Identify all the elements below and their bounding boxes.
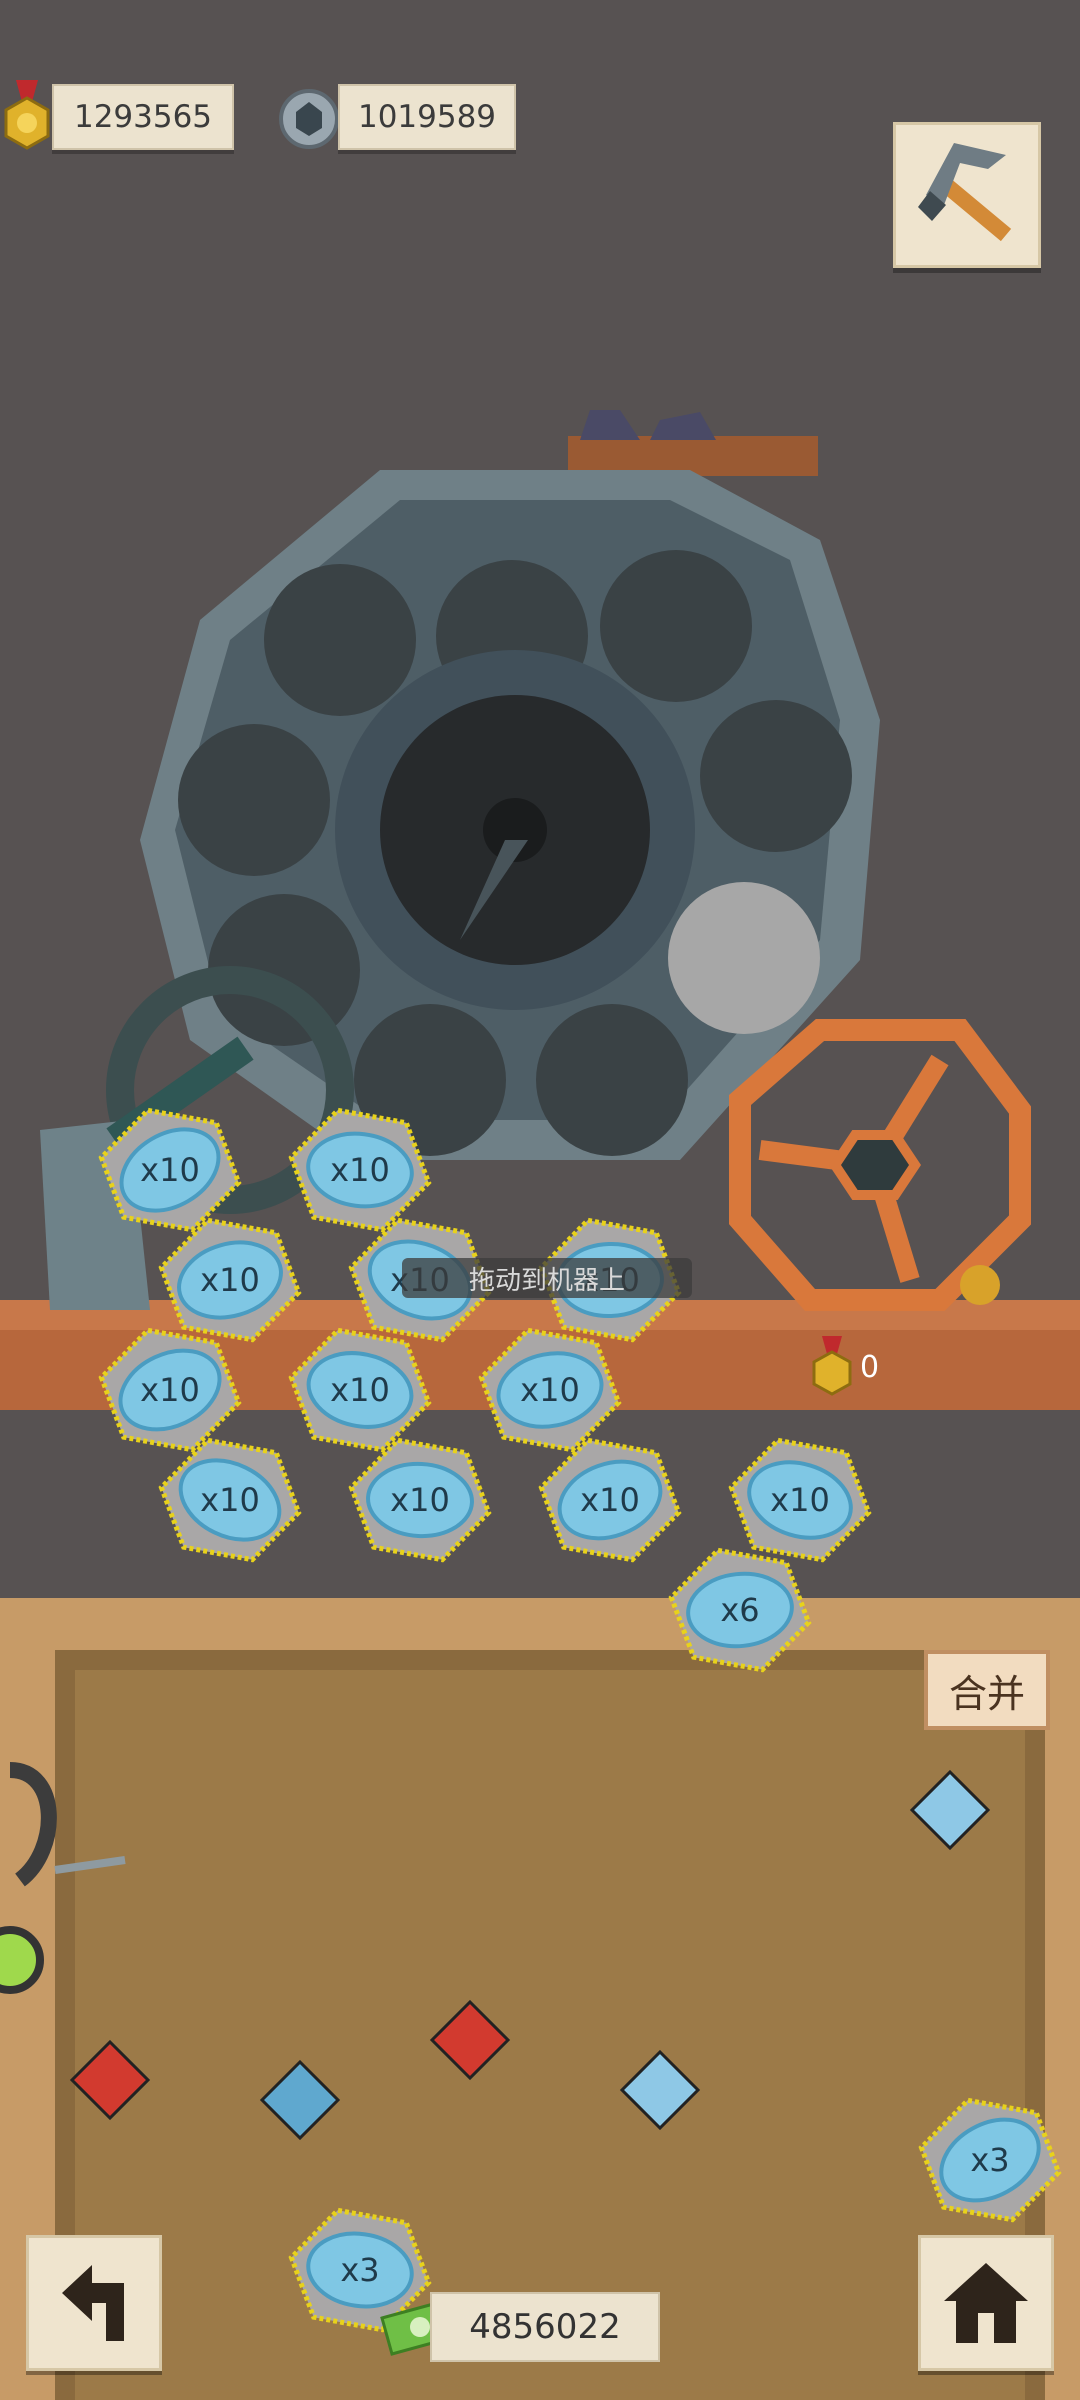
ore-tile[interactable]: x3 <box>918 2097 1062 2223</box>
gear-count: 1019589 <box>338 84 516 150</box>
ore-multiplier-label: x10 <box>330 1151 390 1189</box>
ore-pile[interactable]: x10x10x10x10x10x10x10x10x10x10x10x10x6x3… <box>0 0 1080 2400</box>
drag-hint: 拖动到机器上 <box>402 1258 692 1298</box>
gear-icon <box>279 89 339 149</box>
ore-tile[interactable]: x10 <box>158 1437 302 1563</box>
ore-multiplier-label: x10 <box>140 1151 200 1189</box>
ore-multiplier-label: x10 <box>390 1481 450 1519</box>
ore-multiplier-label: x10 <box>200 1481 260 1519</box>
pickaxe-icon <box>918 143 1012 242</box>
ore-multiplier-label: x10 <box>330 1371 390 1409</box>
ruby-icon[interactable] <box>429 1999 511 2081</box>
ore-multiplier-label: x3 <box>340 2251 379 2289</box>
ore-multiplier-label: x3 <box>970 2141 1009 2179</box>
ore-tile[interactable]: x10 <box>288 1327 432 1453</box>
ore-tile[interactable]: x10 <box>538 1437 682 1563</box>
money-count: 4856022 <box>430 2292 660 2362</box>
ore-tile[interactable]: x10 <box>158 1217 302 1343</box>
medal-count: 1293565 <box>52 84 234 150</box>
ore-tile[interactable]: x10 <box>98 1327 242 1453</box>
ruby-icon[interactable] <box>69 2039 151 2121</box>
ore-tile[interactable]: x10 <box>288 1107 432 1233</box>
ore-tile[interactable]: x10 <box>728 1437 872 1563</box>
diamond-icon[interactable] <box>909 1769 991 1851</box>
ore-tile[interactable]: x10 <box>98 1107 242 1233</box>
grabber-tool[interactable] <box>0 1760 130 2020</box>
medal-reward-count: 0 <box>860 1350 880 1385</box>
home-icon <box>944 2263 1028 2343</box>
tool-button[interactable] <box>893 122 1041 268</box>
medal-icon <box>812 1336 852 1396</box>
ore-multiplier-label: x10 <box>580 1481 640 1519</box>
ore-tile[interactable]: x6 <box>668 1547 812 1673</box>
ore-tile[interactable]: x10 <box>348 1437 492 1563</box>
home-button[interactable] <box>918 2235 1054 2371</box>
diamond-icon[interactable] <box>619 2049 701 2131</box>
back-arrow-icon <box>62 2265 124 2341</box>
ore-tile[interactable]: x10 <box>478 1327 622 1453</box>
ore-multiplier-label: x10 <box>770 1481 830 1519</box>
merge-button[interactable]: 合并 <box>924 1650 1050 1730</box>
ore-multiplier-label: x10 <box>140 1371 200 1409</box>
diamond-icon[interactable] <box>259 2059 341 2141</box>
back-button[interactable] <box>26 2235 162 2371</box>
ore-multiplier-label: x10 <box>520 1371 580 1409</box>
ore-multiplier-label: x10 <box>200 1261 260 1299</box>
ore-multiplier-label: x6 <box>720 1591 759 1629</box>
medal-icon <box>4 80 50 150</box>
